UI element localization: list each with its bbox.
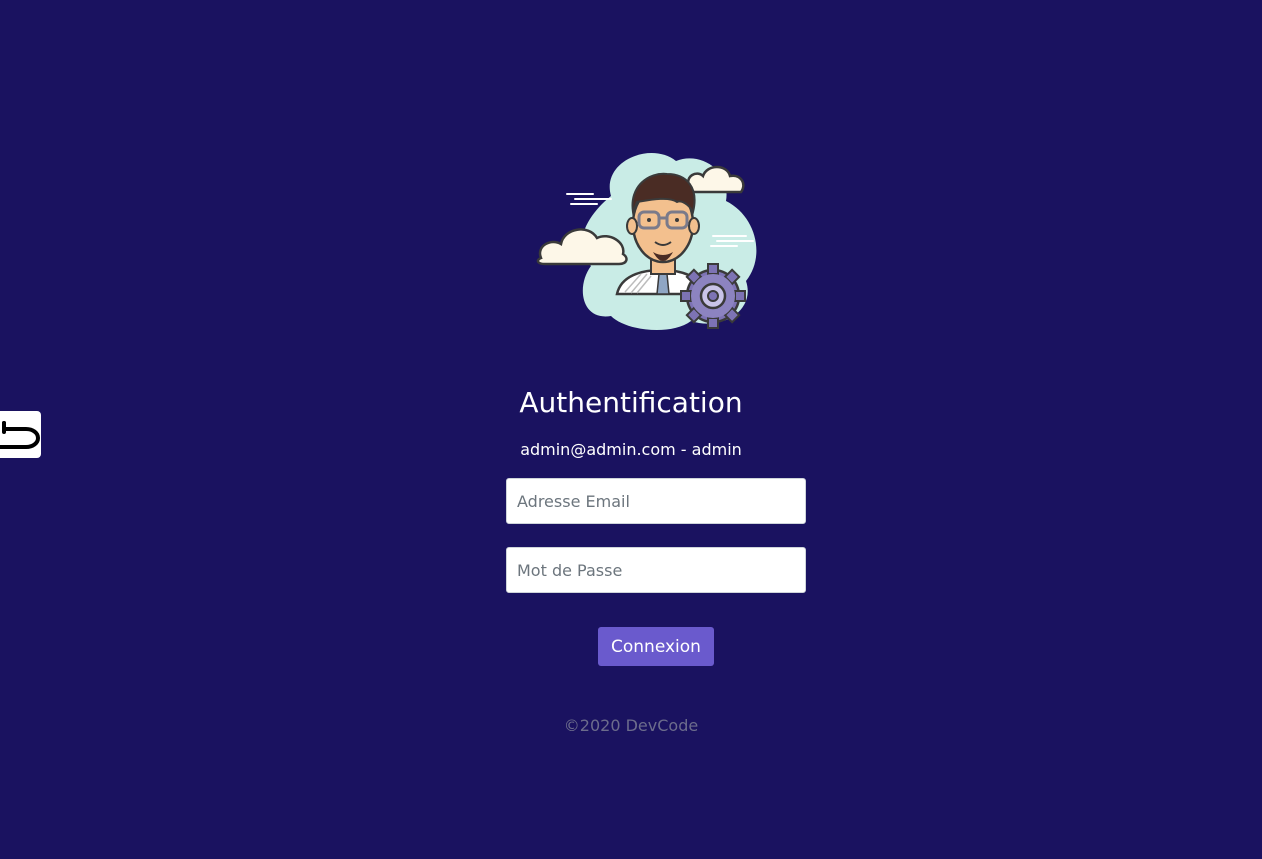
avatar xyxy=(531,146,761,331)
user-avatar-illustration xyxy=(536,153,757,331)
credentials-hint: admin@admin.com - admin xyxy=(520,440,742,459)
login-button[interactable]: Connexion xyxy=(598,627,714,666)
email-field[interactable] xyxy=(506,478,806,524)
footer-copyright: ©2020 DevCode xyxy=(563,716,699,735)
login-page: Authentification admin@admin.com - admin… xyxy=(0,0,1262,859)
password-field[interactable] xyxy=(506,547,806,593)
page-title: Authentification xyxy=(519,386,743,419)
